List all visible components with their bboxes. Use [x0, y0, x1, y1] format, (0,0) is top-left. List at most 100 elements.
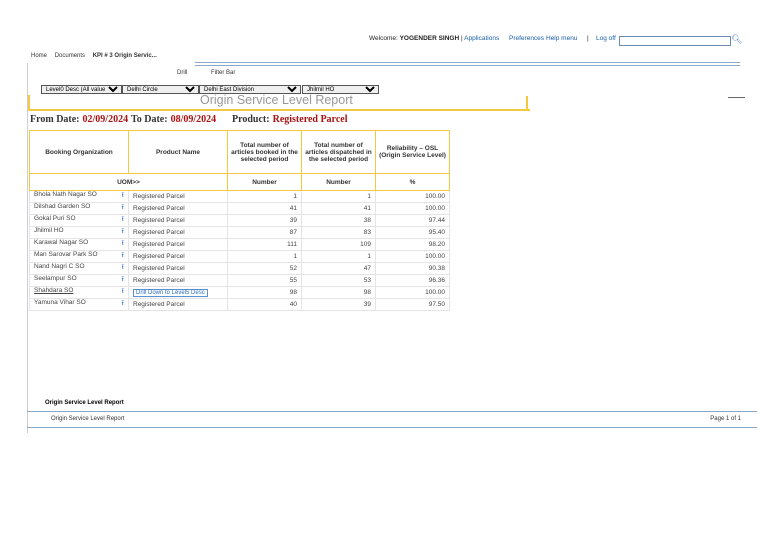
drill-icon[interactable]: ⭱	[122, 263, 124, 274]
header-divider	[195, 62, 740, 66]
booking-org-cell[interactable]: Karawal Nagar SO ⭱	[29, 238, 129, 251]
value-cell: 39	[227, 214, 302, 227]
uom-label: UOM>>	[29, 173, 228, 191]
preferences-link[interactable]: Preferences	[509, 35, 544, 42]
header-osl: Reliability – OSL (Origin Service Level)	[375, 130, 450, 174]
table-row: Nand Nagri C SO ⭱ Registered Parcel 52 47 90.…	[29, 262, 450, 275]
header-booked: Total number of articles booked in the s…	[227, 130, 302, 174]
drill-icon[interactable]: ⭱	[122, 215, 124, 226]
footer-title: Origin Service Level Report	[45, 400, 124, 406]
value-cell: 1	[227, 190, 302, 203]
breadcrumb: Home Documents KPI # 3 Origin Servic...	[31, 53, 157, 59]
user-name: YOGENDER SINGH	[399, 35, 460, 42]
table-row: Gokal Puri SO ⭱ Registered Parcel 39 38 97.44	[29, 214, 450, 227]
separator: |	[587, 35, 589, 42]
table-row: Shahdara SO ⭱ Drill Down to Level5 Desc 98 9…	[29, 286, 450, 299]
product-cell: Registered Parcel	[128, 238, 228, 251]
value-cell: 100.00	[375, 190, 450, 203]
search-icon[interactable]: 🔍︎	[731, 34, 742, 45]
footer-report-name: Origin Service Level Report	[51, 416, 125, 422]
value-cell: 90.38	[375, 262, 450, 275]
booking-org-cell[interactable]: Jhilmil HO ⭱	[29, 226, 129, 239]
drill-icon[interactable]: ⭱	[122, 239, 124, 250]
booking-org-cell[interactable]: Man Sarovar Park SO ⭱	[29, 250, 129, 263]
header-dispatched: Total number of articles dispatched in t…	[301, 130, 376, 174]
product-cell: Registered Parcel	[128, 190, 228, 203]
product: Product: Registered Parcel	[232, 114, 348, 125]
value-cell: 41	[227, 202, 302, 215]
product-cell: Registered Parcel	[128, 274, 228, 287]
from-date: From Date: 02/09/2024	[30, 114, 129, 125]
table-row: Karawal Nagar SO ⭱ Registered Parcel 111 109…	[29, 238, 450, 251]
booking-org-cell[interactable]: Seelampur SO ⭱	[29, 274, 129, 287]
value-cell: 1	[301, 190, 376, 203]
report-table: Booking Organization Product Name Total …	[29, 130, 450, 311]
table-row: Man Sarovar Park SO ⭱ Registered Parcel 1 1 1…	[29, 250, 450, 263]
value-cell: 97.44	[375, 214, 450, 227]
breadcrumb-home[interactable]: Home	[31, 53, 47, 59]
drill-icon[interactable]: ⭱	[122, 227, 124, 238]
table-row: Bhola Nath Nagar SO ⭱ Registered Parcel 1 1 1…	[29, 190, 450, 203]
value-cell: 87	[227, 226, 302, 239]
filter-bar-button[interactable]: Filter Bar	[211, 70, 235, 76]
value-cell: 41	[301, 202, 376, 215]
drill-icon[interactable]: ⭱	[122, 275, 124, 286]
product-cell: Registered Parcel	[128, 262, 228, 275]
value-cell: 1	[227, 250, 302, 263]
value-cell: 53	[301, 274, 376, 287]
value-cell: 98	[227, 286, 302, 299]
value-cell: 96.36	[375, 274, 450, 287]
search-input[interactable]	[619, 36, 731, 46]
value-cell: 98	[301, 286, 376, 299]
value-cell: 83	[301, 226, 376, 239]
help-menu-link[interactable]: Help menu	[546, 35, 577, 42]
value-cell: 109	[301, 238, 376, 251]
log-off-link[interactable]: Log off	[596, 35, 616, 42]
drill-down-tooltip[interactable]: Drill Down to Level5 Desc	[133, 289, 208, 297]
circle-filter[interactable]: Delhi Circle	[122, 85, 199, 94]
product-cell[interactable]: Drill Down to Level5 Desc	[128, 286, 228, 299]
value-cell: 95.40	[375, 226, 450, 239]
drill-button[interactable]: Drill	[177, 70, 187, 76]
breadcrumb-documents[interactable]: Documents	[55, 53, 85, 59]
booking-org-cell[interactable]: Nand Nagri C SO ⭱	[29, 262, 129, 275]
table-row: Yamuna Vihar SO ⭱ Registered Parcel 40 39 97.…	[29, 298, 450, 311]
report-title: Origin Service Level Report	[200, 93, 353, 107]
applications-link[interactable]: Applications	[464, 35, 499, 42]
uom-booked: Number	[227, 173, 302, 191]
drill-icon[interactable]: ⭱	[122, 299, 124, 310]
drill-icon[interactable]: ⭱	[122, 251, 124, 262]
drill-icon[interactable]: ⭱	[122, 203, 124, 214]
value-cell: 111	[227, 238, 302, 251]
drill-icon[interactable]: ⭱	[122, 191, 124, 202]
value-cell: 100.00	[375, 286, 450, 299]
breadcrumb-current[interactable]: KPI # 3 Origin Servic...	[93, 53, 157, 59]
value-cell: 40	[227, 298, 302, 311]
booking-org-cell[interactable]: Dilshad Garden SO ⭱	[29, 202, 129, 215]
table-row: Jhilmil HO ⭱ Registered Parcel 87 83 95.40	[29, 226, 450, 239]
value-cell: 1	[301, 250, 376, 263]
product-cell: Registered Parcel	[128, 226, 228, 239]
level0-filter[interactable]: Level0 Desc (All values)	[41, 85, 122, 94]
welcome-label: Welcome:	[369, 35, 398, 42]
to-date: To Date: 08/09/2024	[131, 114, 217, 125]
footer-bar: Origin Service Level Report Page 1 of 1	[27, 411, 757, 428]
booking-org-cell[interactable]: Yamuna Vihar SO ⭱	[29, 298, 129, 311]
product-cell: Registered Parcel	[128, 298, 228, 311]
booking-org-cell[interactable]: Shahdara SO ⭱	[29, 286, 129, 299]
collapse-handle[interactable]	[728, 97, 745, 98]
header-product: Product Name	[128, 130, 228, 174]
value-cell: 100.00	[375, 250, 450, 263]
value-cell: 38	[301, 214, 376, 227]
table-row: Seelampur SO ⭱ Registered Parcel 55 53 96.36	[29, 274, 450, 287]
drill-icon[interactable]: ⭱	[122, 287, 124, 298]
value-cell: 47	[301, 262, 376, 275]
booking-org-cell[interactable]: Bhola Nath Nagar SO ⭱	[29, 190, 129, 203]
frame-edge	[526, 96, 528, 110]
value-cell: 97.50	[375, 298, 450, 311]
value-cell: 39	[301, 298, 376, 311]
booking-org-cell[interactable]: Gokal Puri SO ⭱	[29, 214, 129, 227]
user-bar: Welcome: YOGENDER SINGH | Applications	[369, 35, 499, 42]
header-booking-org: Booking Organization	[29, 130, 129, 174]
value-cell: 55	[227, 274, 302, 287]
